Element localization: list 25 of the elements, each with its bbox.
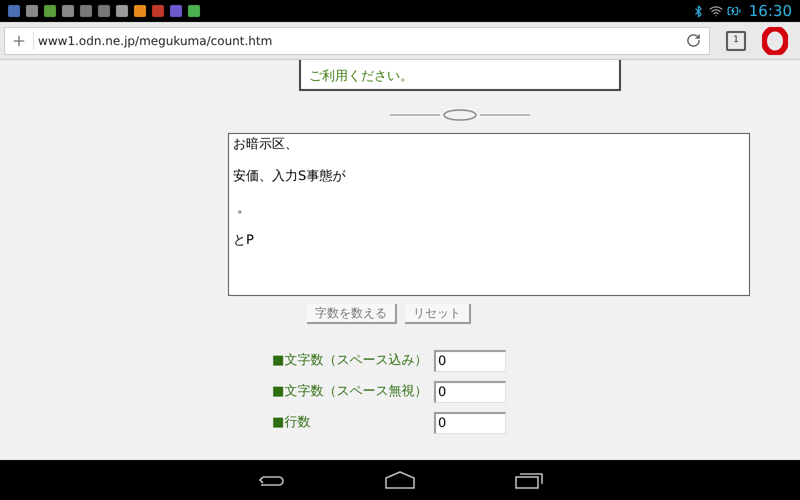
form-button[interactable]: 字数を数える xyxy=(307,304,397,324)
text-line: 安価、入力S事態が xyxy=(233,168,346,185)
result-label: ■行数 xyxy=(272,414,310,432)
result-label: ■文字数（スペース込み） xyxy=(272,352,428,370)
battery-icon xyxy=(726,4,741,18)
text-input-area[interactable]: お暗示区、 安価、入力S事態が 。 とP xyxy=(228,133,750,296)
tabs-button[interactable]: 1 xyxy=(726,30,746,50)
result-label: ■文字数（スペース無視） xyxy=(272,383,428,402)
plus-icon[interactable] xyxy=(11,32,27,48)
result-field[interactable]: 0 xyxy=(434,350,506,372)
result-field[interactable]: 0 xyxy=(434,412,506,434)
form-button[interactable]: リセット xyxy=(405,304,471,324)
result-field[interactable]: 0 xyxy=(434,381,506,403)
reload-icon[interactable] xyxy=(686,33,701,48)
recent-apps-icon[interactable] xyxy=(515,471,543,489)
url-text: www1.odn.ne.jp/megukuma/count.htm xyxy=(33,32,272,50)
opera-logo-icon[interactable] xyxy=(762,26,788,54)
notice-text: ご利用ください。 xyxy=(309,68,413,86)
wifi-icon xyxy=(708,4,723,18)
address-bar[interactable]: www1.odn.ne.jp/megukuma/count.htm xyxy=(4,26,710,54)
text-line: とP xyxy=(233,232,254,249)
text-line: 。 xyxy=(236,200,250,217)
clock: 16:30 xyxy=(748,0,792,22)
text-line: お暗示区、 xyxy=(233,136,298,153)
home-icon[interactable] xyxy=(385,471,415,489)
